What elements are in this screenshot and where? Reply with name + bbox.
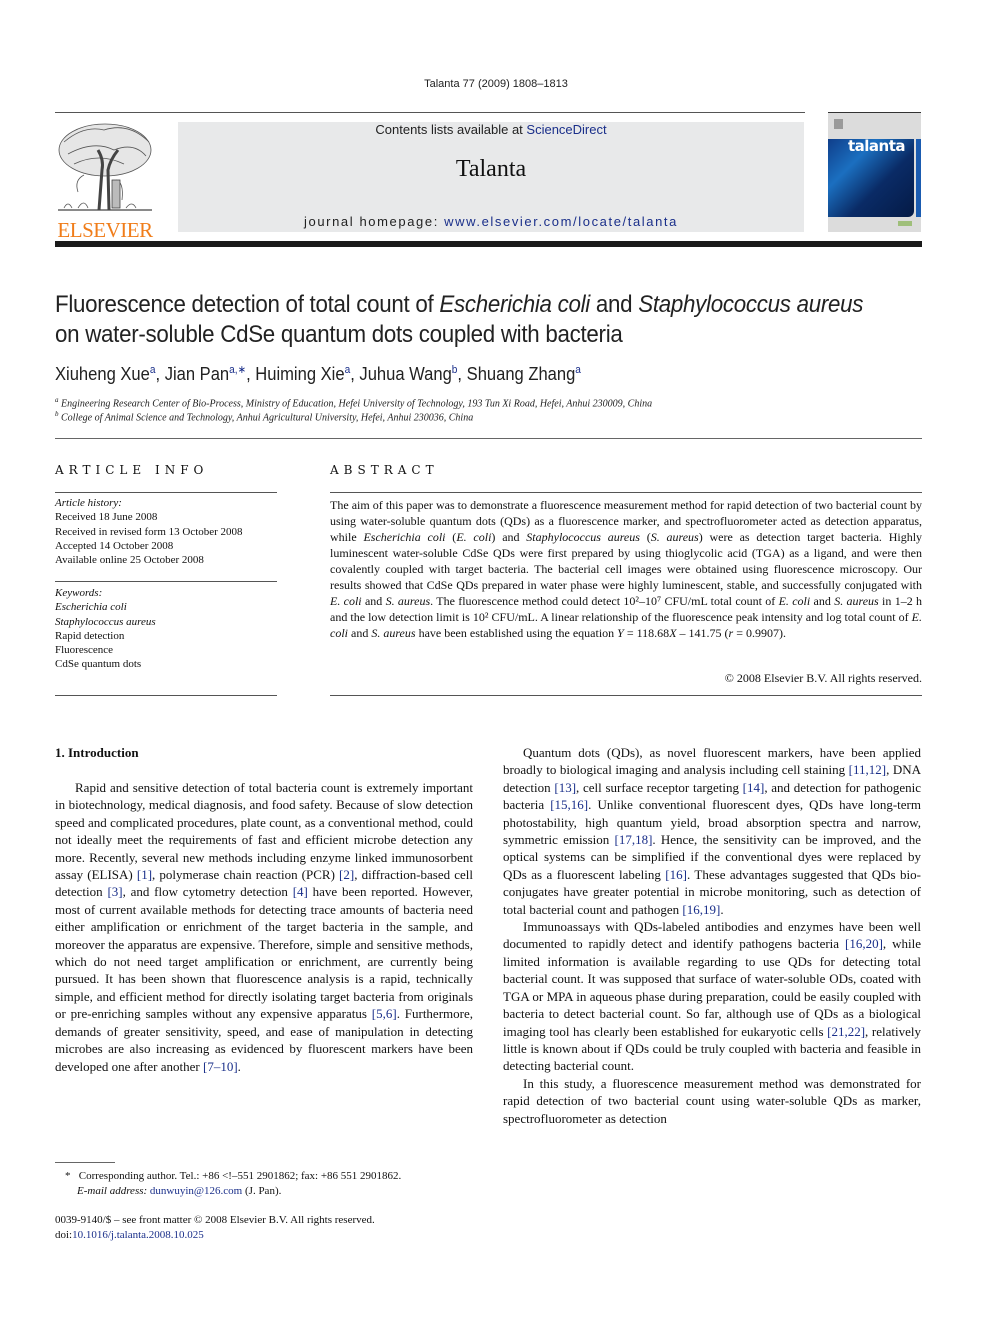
footnote-rule xyxy=(55,1162,115,1163)
author[interactable]: Jian Pan xyxy=(165,364,229,384)
author-affiliation-mark[interactable]: a,∗ xyxy=(229,364,246,376)
history-item: Accepted 14 October 2008 xyxy=(55,539,174,552)
email-link[interactable]: dunwuyin@126.com xyxy=(150,1185,242,1197)
abstract-heading: ABSTRACT xyxy=(330,463,439,477)
cover-publisher-icon xyxy=(834,119,843,129)
author[interactable]: Juhua Wang xyxy=(359,364,451,384)
divider xyxy=(330,492,922,493)
elsevier-wordmark: ELSEVIER xyxy=(57,218,153,242)
journal-homepage: journal homepage: www.elsevier.com/locat… xyxy=(304,214,678,229)
keywords: Keywords: Escherichia coli Staphylococcu… xyxy=(55,586,280,672)
section-rule xyxy=(55,438,922,439)
citation-link[interactable]: [13] xyxy=(554,780,576,795)
divider xyxy=(55,581,277,582)
author[interactable]: Xiuheng Xue xyxy=(55,364,150,384)
cover-title: talanta xyxy=(848,137,906,155)
citation-link[interactable]: [16,20] xyxy=(845,936,883,951)
journal-banner: Contents lists available at ScienceDirec… xyxy=(178,122,804,232)
cover-logo-mark xyxy=(898,221,912,226)
citation-link[interactable]: [7–10] xyxy=(203,1059,238,1074)
author-affiliation-mark[interactable]: b xyxy=(452,364,458,376)
citation-link[interactable]: [1] xyxy=(137,867,152,882)
citation-link[interactable]: [5,6] xyxy=(372,1006,397,1021)
divider xyxy=(55,695,277,696)
author[interactable]: Shuang Zhang xyxy=(467,364,576,384)
author[interactable]: Huiming Xie xyxy=(255,364,344,384)
divider xyxy=(330,695,922,696)
paragraph: Quantum dots (QDs), as novel fluorescent… xyxy=(503,745,922,917)
corresponding-author-note: * Corresponding author. Tel.: +86 <!–551… xyxy=(65,1170,402,1197)
contents-availability: Contents lists available at ScienceDirec… xyxy=(375,122,607,137)
sciencedirect-link[interactable]: ScienceDirect xyxy=(526,122,606,137)
body-column-left: Rapid and sensitive detection of total b… xyxy=(55,779,473,1075)
author-affiliation-mark[interactable]: a xyxy=(575,364,581,376)
history-item: Available online 25 October 2008 xyxy=(55,554,204,567)
front-matter: 0039-9140/$ – see front matter © 2008 El… xyxy=(55,1214,375,1241)
keyword: Fluorescence xyxy=(55,644,114,657)
citation-link[interactable]: [21,22] xyxy=(827,1024,865,1039)
divider xyxy=(55,492,277,493)
paragraph: Immunoassays with QDs-labeled antibodies… xyxy=(503,919,921,1074)
keyword: CdSe quantum dots xyxy=(55,658,142,671)
elsevier-tree-icon xyxy=(58,123,152,211)
abstract-text: The aim of this paper was to demonstrate… xyxy=(330,498,923,640)
paragraph: In this study, a fluorescence measuremen… xyxy=(503,1075,921,1126)
homepage-link[interactable]: www.elsevier.com/locate/talanta xyxy=(444,214,678,229)
article-history: Article history: Received 18 June 2008 R… xyxy=(55,496,280,567)
citation-link[interactable]: [3] xyxy=(107,884,122,899)
citation-link[interactable]: [11,12] xyxy=(849,762,886,777)
author-affiliation-mark[interactable]: a xyxy=(150,364,156,376)
citation-link[interactable]: [4] xyxy=(293,884,308,899)
section-heading-introduction: 1. Introduction xyxy=(55,745,139,760)
history-item: Received in revised form 13 October 2008 xyxy=(55,525,243,538)
author-list: Xiuheng Xuea, Jian Pana,∗, Huiming Xiea,… xyxy=(55,364,581,384)
keyword: Escherichia coli xyxy=(55,601,127,614)
citation-link[interactable]: [16,19] xyxy=(682,902,720,917)
paragraph: Rapid and sensitive detection of total b… xyxy=(55,780,474,1074)
article-title: Fluorescence detection of total count of… xyxy=(55,291,864,348)
keyword: Staphylococcus aureus xyxy=(55,615,156,628)
citation-link[interactable]: [15,16] xyxy=(550,797,588,812)
article-info-heading: ARTICLE INFO xyxy=(55,463,209,477)
header-rule xyxy=(55,112,805,113)
cover-image-right xyxy=(916,139,921,217)
citation-link[interactable]: [16] xyxy=(665,867,687,882)
citation-link[interactable]: [2] xyxy=(339,867,354,882)
affiliation-b: b College of Animal Science and Technolo… xyxy=(55,410,474,424)
abstract-copyright: © 2008 Elsevier B.V. All rights reserved… xyxy=(724,671,922,685)
doi-link[interactable]: 10.1016/j.talanta.2008.10.025 xyxy=(72,1229,204,1241)
header-thick-rule xyxy=(55,241,922,247)
journal-reference: Talanta 77 (2009) 1808–1813 xyxy=(424,78,568,90)
journal-cover[interactable]: talanta xyxy=(828,112,921,232)
body-column-right: Quantum dots (QDs), as novel fluorescent… xyxy=(503,744,921,1127)
affiliation-a: a Engineering Research Center of Bio-Pro… xyxy=(55,396,653,410)
journal-title: Talanta xyxy=(455,156,527,182)
citation-link[interactable]: [17,18] xyxy=(614,832,652,847)
history-item: Received 18 June 2008 xyxy=(55,511,158,524)
author-affiliation-mark[interactable]: a xyxy=(345,364,351,376)
elsevier-logo[interactable]: ELSEVIER xyxy=(54,120,156,242)
citation-link[interactable]: [14] xyxy=(743,780,765,795)
keyword: Rapid detection xyxy=(55,629,125,642)
